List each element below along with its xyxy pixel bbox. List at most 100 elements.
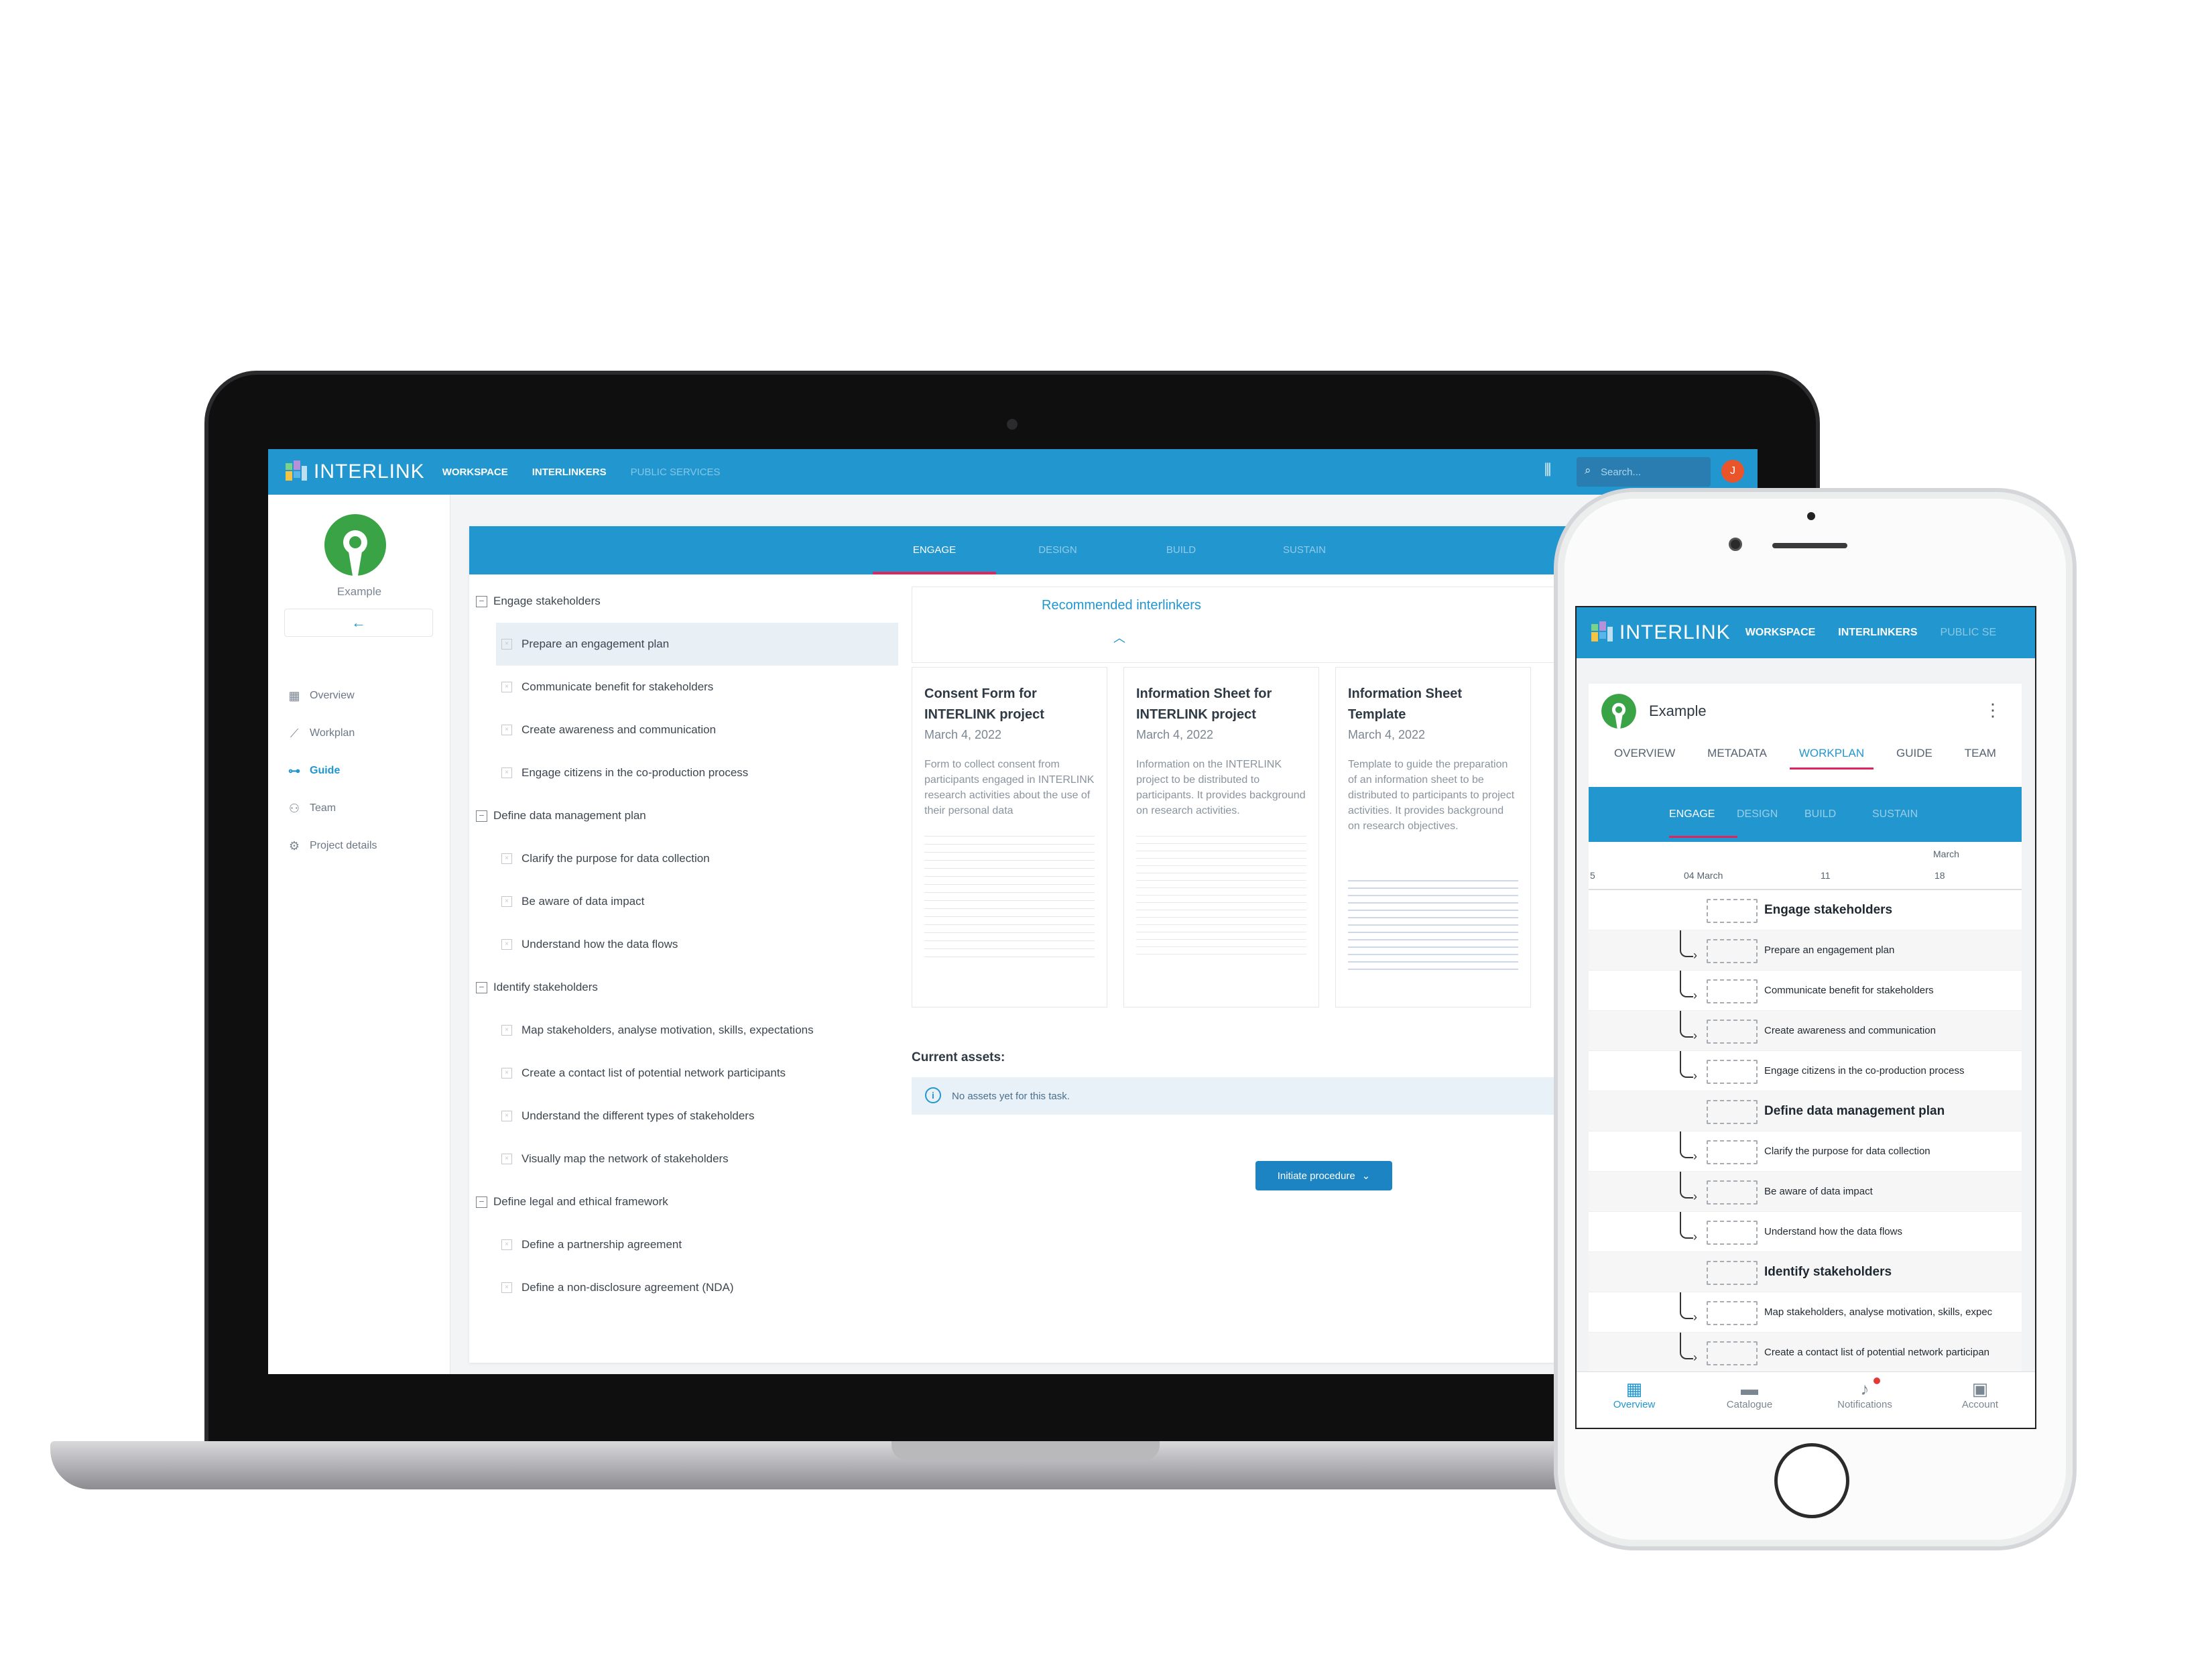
interlinker-card[interactable]: Information Sheet Template March 4, 2022… [1335,667,1531,1007]
gantt-row[interactable]: › Create awareness and communication [1589,1011,2022,1051]
interlinker-card[interactable]: Consent Form for INTERLINK project March… [912,667,1107,1007]
collapse-icon[interactable]: − [476,981,487,993]
sidebar-item-workplan[interactable]: ⟋ Workplan [287,715,377,752]
more-vert-icon[interactable]: ⋮ [1984,700,2002,721]
tab-build[interactable]: BUILD [1119,526,1243,574]
task-status-icon: × [501,725,512,735]
card-date: March 4, 2022 [924,728,1002,741]
nav-workspace[interactable]: WORKSPACE [442,467,508,478]
gantt-row[interactable]: › Clarify the purpose for data collection [1589,1131,2022,1172]
collapse-icon[interactable]: − [476,1196,487,1208]
chevron-up-icon[interactable]: ︿ [1113,629,1125,646]
arrow-right-icon: › [1693,1069,1697,1083]
gantt-row[interactable]: › Understand how the data flows [1589,1212,2022,1252]
nav-interlinkers[interactable]: INTERLINKERS [1838,627,1917,639]
gantt-row[interactable]: Define data management plan [1589,1091,2022,1131]
collapse-icon[interactable]: − [476,595,487,607]
interlink-logo[interactable]: INTERLINK [286,460,425,483]
section-label: Define data management plan [493,809,646,822]
interlinker-card[interactable]: Information Sheet for INTERLINK project … [1123,667,1319,1007]
sidebar-item-guide[interactable]: ⊶ Guide [287,752,377,790]
tree-task[interactable]: × Prepare an engagement plan [496,623,898,666]
gantt-row[interactable]: › Create a contact list of potential netw… [1589,1333,2022,1373]
nav-workspace[interactable]: WORKSPACE [1745,627,1816,639]
card-description: Information on the INTERLINK project to … [1136,759,1306,816]
tab-sustain[interactable]: SUSTAIN [1243,526,1366,574]
gantt-row[interactable]: › Map stakeholders, analyse motivation, s… [1589,1292,2022,1333]
tree-section[interactable]: − Identify stakeholders [469,966,892,1009]
tree-task[interactable]: × Communicate benefit for stakeholders [471,666,892,709]
task-bar-placeholder [1707,979,1758,1003]
laptop-hinge-notch [892,1441,1160,1460]
tree-section[interactable]: − Engage stakeholders [469,580,892,623]
tree-section[interactable]: − Define data management plan [469,794,892,837]
gantt-row[interactable]: › Communicate benefit for stakeholders [1589,971,2022,1011]
tree-task[interactable]: × Define a non-disclosure agreement (NDA) [471,1266,892,1309]
tab-build[interactable]: BUILD [1804,787,1872,842]
tab-engage[interactable]: ENGAGE [1669,787,1737,842]
gantt-row-label: Clarify the purpose for data collection [1764,1146,1930,1157]
filter-icon[interactable]: ⫼ [1544,463,1551,477]
tree-task[interactable]: × Clarify the purpose for data collection [471,837,892,880]
task-bar-placeholder [1707,1100,1758,1124]
section-label: Define legal and ethical framework [493,1195,668,1208]
laptop-camera [1007,419,1018,430]
gantt-row[interactable]: › Engage citizens in the co-production pr… [1589,1051,2022,1091]
tab-overview[interactable]: OVERVIEW [1614,747,1675,770]
task-label: Create awareness and communication [521,723,717,736]
card-title: Information Sheet for INTERLINK project [1136,686,1272,722]
search-input[interactable]: ⌕ Search... [1577,457,1711,487]
section-label: Engage stakeholders [493,595,601,607]
folder-icon: ▬ [1741,1379,1758,1399]
sidebar-item-team[interactable]: ⚇ Team [287,790,377,827]
sidebar-item-overview[interactable]: ▦ Overview [287,677,377,715]
tree-task[interactable]: × Create awareness and communication [471,709,892,751]
bottom-nav-overview[interactable]: ▦ Overview [1577,1372,1692,1428]
bottom-nav: ▦ Overview ▬ Catalogue ♪ Notifications ▣ Acc… [1577,1371,2035,1428]
nav-public-services[interactable]: PUBLIC SERVICES [631,467,721,478]
tab-sustain[interactable]: SUSTAIN [1872,787,1940,842]
interlink-logo[interactable]: INTERLINK [1591,621,1731,644]
people-icon: ⚇ [288,801,300,815]
project-name: Example [336,585,382,598]
tab-engage[interactable]: ENGAGE [873,526,996,574]
nav-interlinkers[interactable]: INTERLINKERS [532,467,607,478]
tree-task[interactable]: × Be aware of data impact [471,880,892,923]
gantt-row[interactable]: Engage stakeholders [1589,890,2022,930]
nav-public-services[interactable]: PUBLIC SE [1941,627,1997,639]
tree-task[interactable]: × Create a contact list of potential netw… [471,1052,892,1095]
tree-task[interactable]: × Understand the different types of stake… [471,1095,892,1138]
tab-design[interactable]: DESIGN [1737,787,1804,842]
sidebar-item-project-details[interactable]: ⚙ Project details [287,827,377,865]
tree-task[interactable]: × Engage citizens in the co-production pr… [471,751,892,794]
tree-section[interactable]: − Define legal and ethical framework [469,1180,892,1223]
tab-design[interactable]: DESIGN [996,526,1119,574]
back-button[interactable]: ← [284,609,433,637]
tab-team[interactable]: TEAM [1965,747,1996,770]
phone-sensor [1807,512,1815,520]
sidebar-item-label: Project details [310,840,377,851]
collapse-icon[interactable]: − [476,810,487,822]
tree-task[interactable]: × Map stakeholders, analyse motivation, s… [471,1009,892,1052]
gantt-row[interactable]: Identify stakeholders [1589,1252,2022,1292]
bottom-nav-account[interactable]: ▣ Account [1922,1372,2035,1428]
bottom-nav-notifications[interactable]: ♪ Notifications [1807,1372,1922,1428]
gantt-row[interactable]: › Prepare an engagement plan [1589,930,2022,971]
bottom-nav-catalogue[interactable]: ▬ Catalogue [1692,1372,1807,1428]
user-avatar[interactable]: J [1721,460,1744,483]
tree-task[interactable]: × Define a partnership agreement [471,1223,892,1266]
gantt-row[interactable]: › Be aware of data impact [1589,1172,2022,1212]
tab-metadata[interactable]: METADATA [1707,747,1767,770]
tab-guide[interactable]: GUIDE [1896,747,1932,770]
tree-task[interactable]: × Visually map the network of stakeholder… [471,1138,892,1180]
brand-name: INTERLINK [1619,621,1731,643]
task-status-icon: × [501,1111,512,1121]
gantt-row-label: Define data management plan [1764,1103,1945,1118]
tab-workplan[interactable]: WORKPLAN [1789,747,1874,770]
tree-task[interactable]: × Understand how the data flows [471,923,892,966]
dependency-line [1680,1333,1693,1359]
main-nav: WORKSPACE INTERLINKERS PUBLIC SERVICES [442,467,721,478]
task-status-icon: × [501,896,512,907]
initiate-procedure-button[interactable]: Initiate procedure ⌄ [1255,1161,1392,1190]
recommended-title: Recommended interlinkers [1042,598,1201,613]
